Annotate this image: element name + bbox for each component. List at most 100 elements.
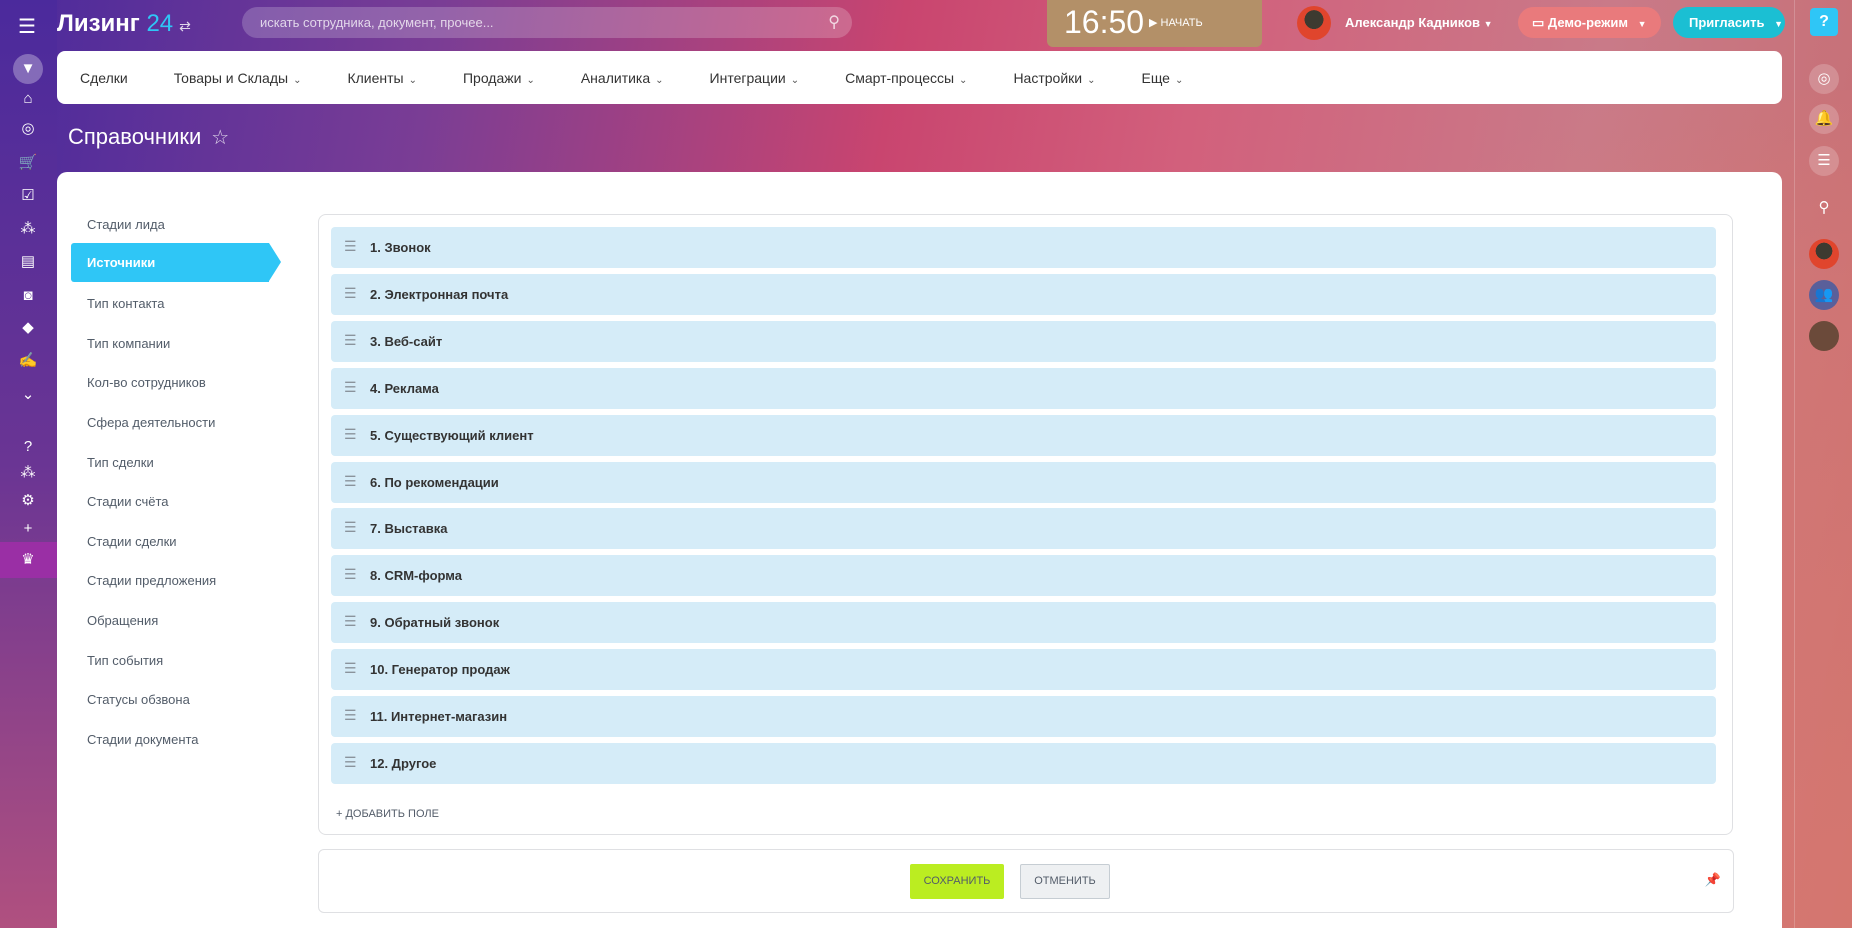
network-icon[interactable]: ⁂ bbox=[17, 218, 39, 240]
target-icon[interactable]: ◎ bbox=[17, 118, 39, 140]
add-field-button[interactable]: + ДОБАВИТЬ ПОЛЕ bbox=[336, 808, 439, 820]
menu-item[interactable]: Кол-во сотрудников bbox=[87, 375, 206, 390]
box-icon[interactable]: ◆ bbox=[17, 317, 39, 339]
nav-item-label: Интеграции bbox=[709, 69, 786, 86]
settings-icon[interactable]: ⚙ bbox=[17, 490, 39, 512]
menu-item[interactable]: Статусы обзвона bbox=[87, 692, 190, 707]
funnel-icon[interactable]: ▼ bbox=[13, 54, 43, 84]
list-item-label: 5. Существующий клиент bbox=[370, 427, 534, 443]
chevron-down-icon: ⌄ bbox=[655, 74, 664, 86]
plus-icon[interactable]: + bbox=[17, 518, 39, 540]
robot-icon[interactable]: ◙ bbox=[17, 285, 39, 307]
nav-item[interactable]: Товары и Склады ⌄ bbox=[174, 70, 302, 86]
menu-item[interactable]: Сфера деятельности bbox=[87, 415, 215, 430]
list-item[interactable]: ☰ 11. Интернет-магазин bbox=[331, 696, 1716, 737]
demo-mode-button[interactable]: ▭ Демо-режим ▼ bbox=[1518, 7, 1661, 38]
menu-item[interactable]: Стадии документа bbox=[87, 732, 199, 747]
bell-icon[interactable]: 🔔 bbox=[1809, 104, 1839, 134]
list-item[interactable]: ☰ 6. По рекомендации bbox=[331, 461, 1716, 503]
drag-handle-icon[interactable]: ☰ bbox=[344, 332, 357, 349]
chevron-down-icon: ▼ bbox=[1637, 19, 1647, 29]
left-sidebar: ☰ ▼ ⌂ ◎ 🛒 ☑ ⁂ ▤ ◙ ◆ ✍ ⌄ ? ⁂ ⚙ + ♛ bbox=[0, 0, 57, 928]
drag-handle-icon[interactable]: ☰ bbox=[344, 754, 357, 771]
star-icon[interactable]: ☆ bbox=[211, 127, 229, 149]
list-item-label: 10. Генератор продаж bbox=[370, 662, 510, 678]
nav-item[interactable]: Интеграции ⌄ bbox=[710, 70, 800, 86]
menu-item[interactable]: Стадии счёта bbox=[87, 494, 169, 509]
menu-item[interactable]: Стадии сделки bbox=[87, 534, 177, 549]
tasks-icon[interactable]: ☑ bbox=[17, 185, 39, 207]
search-icon[interactable]: ⚲ bbox=[1809, 193, 1839, 223]
nav-item[interactable]: Сделки bbox=[80, 70, 128, 86]
start-label: НАЧАТЬ bbox=[1160, 17, 1203, 29]
nav-item-label: Еще bbox=[1141, 69, 1170, 86]
list-item[interactable]: ☰ 7. Выставка bbox=[331, 508, 1716, 550]
nav-item[interactable]: Клиенты ⌄ bbox=[347, 70, 417, 86]
menu-item[interactable]: Стадии предложения bbox=[87, 573, 216, 588]
nav-item[interactable]: Смарт-процессы ⌄ bbox=[845, 70, 967, 86]
structure-icon[interactable]: ⁂ bbox=[17, 462, 39, 484]
user-avatar[interactable] bbox=[1809, 321, 1839, 351]
avatar[interactable] bbox=[1297, 6, 1331, 40]
menu-item[interactable]: Стадии лида bbox=[87, 217, 165, 232]
menu-icon[interactable]: ☰ bbox=[18, 14, 36, 39]
drag-handle-icon[interactable]: ☰ bbox=[344, 707, 357, 724]
group-chat-icon[interactable]: 👥 bbox=[1809, 280, 1839, 310]
menu-item[interactable]: Тип компании bbox=[87, 336, 170, 351]
nav-item[interactable]: Аналитика ⌄ bbox=[581, 70, 664, 86]
list-item[interactable]: ☰ 10. Генератор продаж bbox=[331, 649, 1716, 691]
drag-handle-icon[interactable]: ☰ bbox=[344, 660, 357, 677]
search-input[interactable]: искать сотрудника, документ, прочее... ⚲ bbox=[242, 7, 852, 38]
save-button[interactable]: СОХРАНИТЬ bbox=[910, 864, 1004, 899]
list-item[interactable]: ☰ 8. CRM-форма bbox=[331, 555, 1716, 597]
activity-icon[interactable]: ◎ bbox=[1809, 64, 1839, 94]
chevron-down-icon: ⌄ bbox=[408, 74, 417, 86]
signature-icon[interactable]: ✍ bbox=[17, 350, 39, 372]
nav-item[interactable]: Продажи ⌄ bbox=[463, 70, 535, 86]
list-item-label: 7. Выставка bbox=[370, 521, 448, 537]
user-avatar[interactable] bbox=[1809, 239, 1839, 269]
menu-item[interactable]: Тип сделки bbox=[87, 455, 154, 470]
list-item[interactable]: ☰ 9. Обратный звонок bbox=[331, 602, 1716, 644]
pin-icon[interactable]: 📌 bbox=[1705, 872, 1721, 888]
drag-handle-icon[interactable]: ☰ bbox=[344, 379, 357, 396]
drag-handle-icon[interactable]: ☰ bbox=[344, 426, 357, 443]
nav-item-label: Настройки bbox=[1013, 69, 1083, 86]
store-icon[interactable]: ⌂ bbox=[17, 88, 39, 110]
nav-item[interactable]: Еще ⌄ bbox=[1141, 70, 1183, 86]
work-timer[interactable]: 16:50 ▶ НАЧАТЬ bbox=[1047, 0, 1262, 47]
cancel-button[interactable]: ОТМЕНИТЬ bbox=[1020, 864, 1110, 899]
crown-button[interactable]: ♛ bbox=[0, 542, 57, 578]
list-item-label: 11. Интернет-магазин bbox=[370, 709, 508, 724]
start-button[interactable]: ▶ НАЧАТЬ bbox=[1149, 16, 1203, 29]
list-item[interactable]: ☰ 3. Веб-сайт bbox=[331, 320, 1716, 362]
drag-handle-icon[interactable]: ☰ bbox=[344, 613, 357, 630]
more-icon[interactable]: ⌄ bbox=[17, 384, 39, 406]
cart-icon[interactable]: 🛒 bbox=[17, 152, 39, 174]
list-item[interactable]: ☰ 1. Звонок bbox=[331, 227, 1716, 268]
drag-handle-icon[interactable]: ☰ bbox=[344, 519, 357, 536]
drag-handle-icon[interactable]: ☰ bbox=[344, 285, 357, 302]
help-button[interactable]: ? bbox=[1810, 8, 1838, 36]
logo[interactable]: Лизинг 24 ⇄ bbox=[57, 10, 191, 38]
drag-handle-icon[interactable]: ☰ bbox=[344, 238, 357, 255]
menu-item[interactable]: Обращения bbox=[87, 613, 158, 628]
search-icon[interactable]: ⚲ bbox=[828, 7, 840, 38]
menu-item[interactable]: Тип события bbox=[87, 653, 163, 668]
swap-icon[interactable]: ⇄ bbox=[179, 18, 191, 34]
list-item[interactable]: ☰ 5. Существующий клиент bbox=[331, 414, 1716, 456]
drag-handle-icon[interactable]: ☰ bbox=[344, 473, 357, 490]
contact-card-icon[interactable]: ▤ bbox=[17, 251, 39, 273]
invite-button[interactable]: Пригласить ▼ bbox=[1673, 7, 1785, 38]
nav-item[interactable]: Настройки ⌄ bbox=[1013, 70, 1095, 86]
chat-icon[interactable]: ☰ bbox=[1809, 146, 1839, 176]
menu-item-active[interactable]: Источники bbox=[71, 243, 281, 282]
menu-item[interactable]: Тип контакта bbox=[87, 296, 164, 311]
list-item[interactable]: ☰ 2. Электронная почта bbox=[331, 273, 1716, 315]
list-item[interactable]: ☰ 12. Другое bbox=[331, 742, 1716, 784]
drag-handle-icon[interactable]: ☰ bbox=[344, 566, 357, 583]
list-item[interactable]: ☰ 4. Реклама bbox=[331, 367, 1716, 409]
user-menu[interactable]: Александр Кадников ▼ bbox=[1345, 15, 1493, 30]
help-icon[interactable]: ? bbox=[17, 436, 39, 458]
nav-item-label: Аналитика bbox=[580, 69, 651, 86]
